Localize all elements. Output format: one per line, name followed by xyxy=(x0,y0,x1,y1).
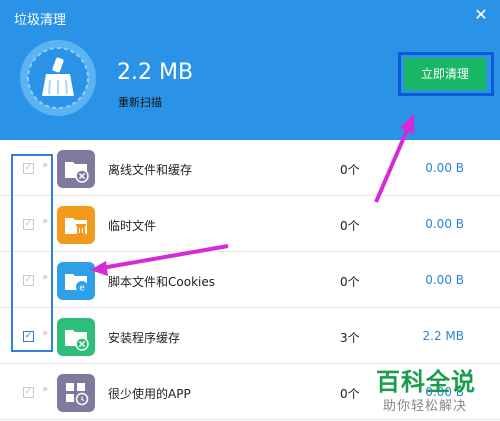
annotation-arrow-to-clean-button xyxy=(374,114,414,203)
watermark-subtitle: 助你轻松解决 xyxy=(383,399,468,414)
watermark-title: 百科全说 xyxy=(376,368,476,396)
annotation-arrow-to-browser-icon xyxy=(90,244,229,276)
annotation-arrows-overlay xyxy=(90,114,414,276)
